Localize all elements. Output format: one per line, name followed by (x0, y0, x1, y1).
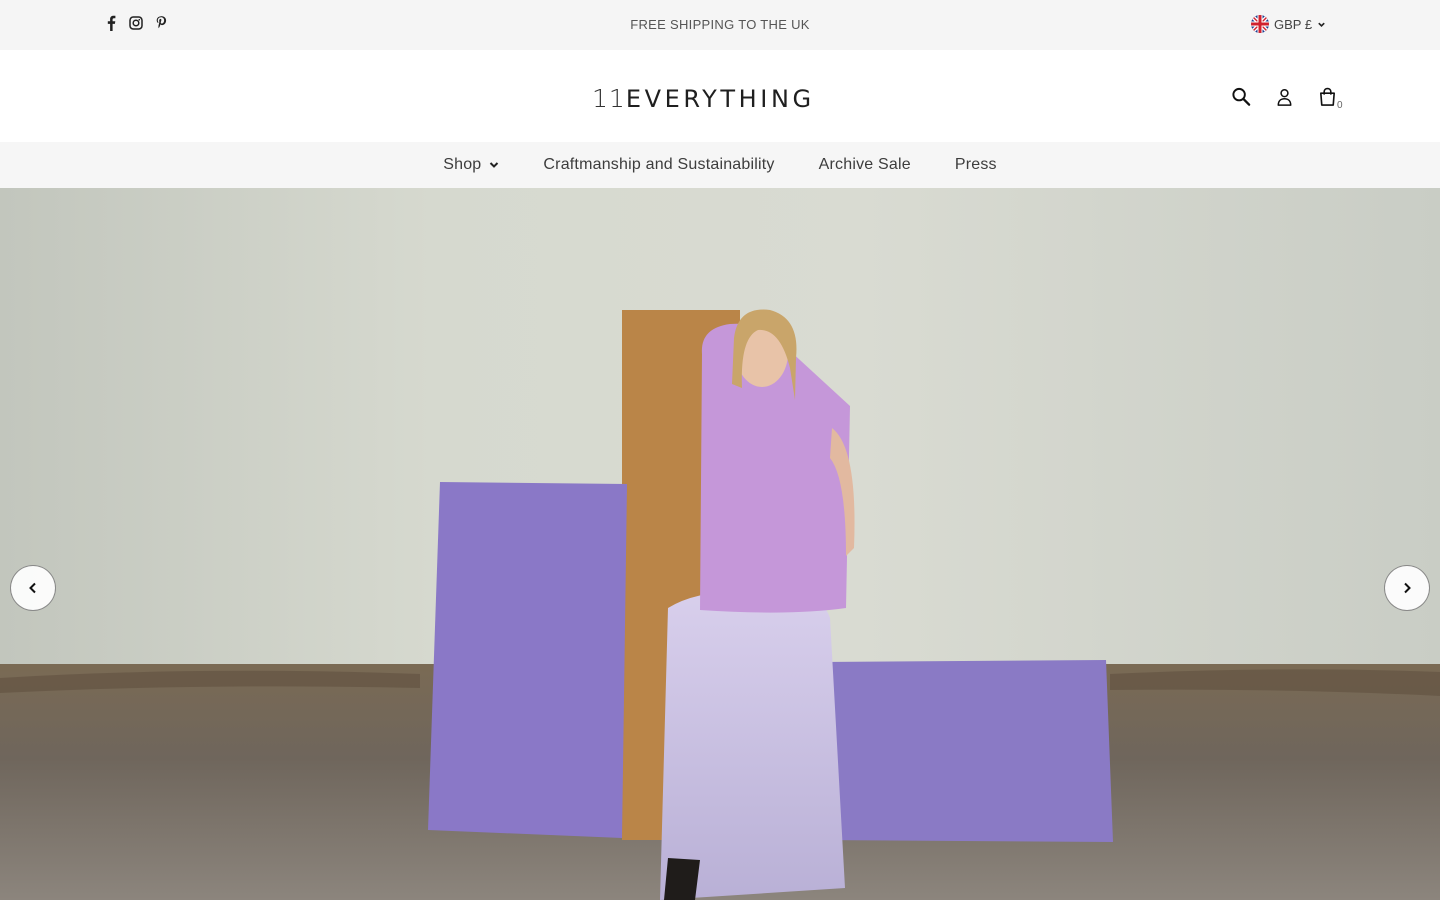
chevron-down-icon (1317, 20, 1326, 29)
header-actions: 0 (1231, 86, 1343, 111)
logo-word: EVERYTHING (625, 85, 815, 113)
chevron-left-icon (26, 581, 40, 595)
search-icon[interactable] (1231, 86, 1252, 108)
nav-item-archive-sale[interactable]: Archive Sale (819, 156, 911, 174)
bag-icon[interactable]: 0 (1317, 86, 1343, 111)
logo-number: 11 (592, 84, 626, 113)
nav-item-label: Craftmanship and Sustainability (543, 156, 775, 173)
slideshow-next-button[interactable] (1384, 565, 1430, 611)
cart-count-badge: 0 (1337, 100, 1343, 111)
hero-image (0, 188, 1440, 900)
brand-logo[interactable]: 11 EVERYTHING (592, 84, 815, 113)
slideshow-prev-button[interactable] (10, 565, 56, 611)
uk-flag-icon (1251, 15, 1269, 33)
nav-item-press[interactable]: Press (955, 156, 997, 174)
nav-item-label: Archive Sale (818, 156, 911, 173)
nav-item-shop[interactable]: Shop (443, 156, 499, 174)
announcement-bar: FREE SHIPPING TO THE UK GBP £ (0, 0, 1440, 50)
hero-slideshow (0, 188, 1440, 900)
nav-item-craftmanship[interactable]: Craftmanship and Sustainability (543, 156, 774, 174)
nav-item-label: Shop (443, 156, 482, 173)
currency-label: GBP £ (1274, 16, 1313, 32)
main-navigation: Shop Craftmanship and Sustainability Arc… (0, 142, 1440, 188)
chevron-down-icon (489, 160, 499, 170)
announcement-text: FREE SHIPPING TO THE UK (630, 17, 810, 32)
chevron-right-icon (1400, 581, 1414, 595)
nav-item-label: Press (954, 156, 997, 173)
currency-selector[interactable]: GBP £ (1251, 15, 1326, 33)
user-icon[interactable] (1274, 86, 1295, 108)
site-header: 11 EVERYTHING 0 (0, 50, 1440, 142)
